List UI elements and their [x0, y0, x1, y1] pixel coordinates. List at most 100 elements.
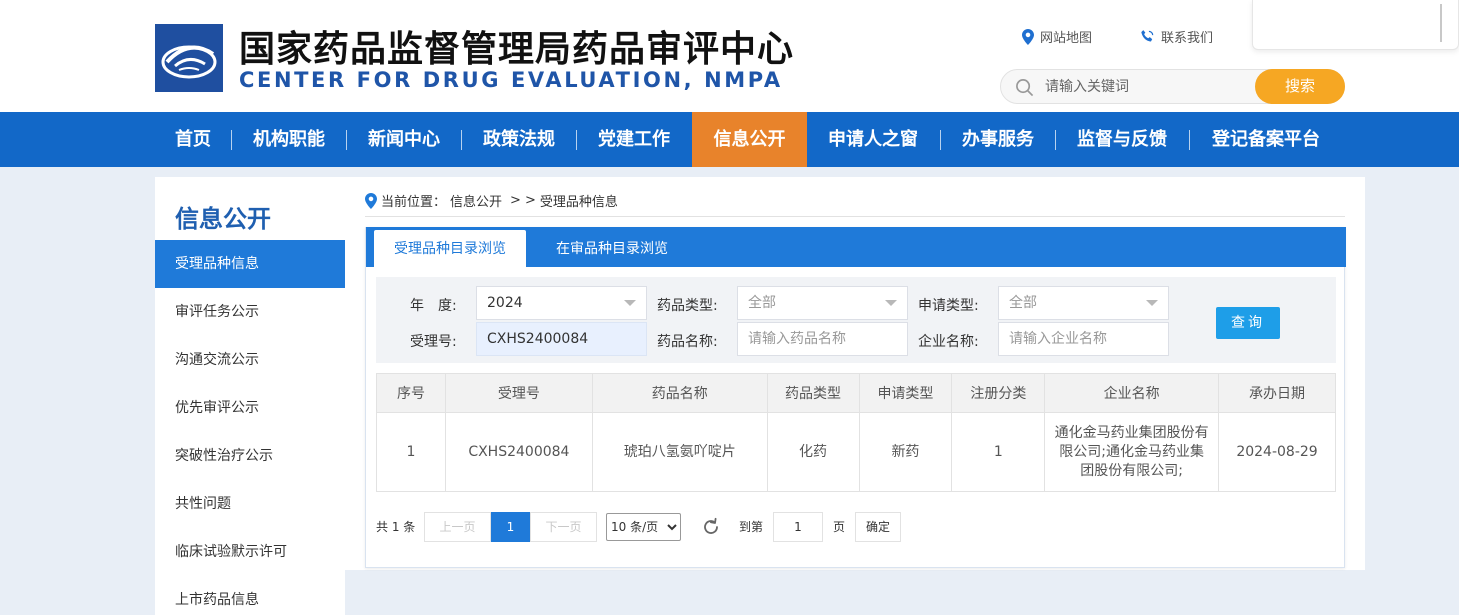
nav-item-party[interactable]: 党建工作	[585, 112, 683, 167]
refresh-icon[interactable]	[701, 517, 721, 537]
nav-item-info-disclosure[interactable]: 信息公开	[692, 112, 807, 167]
login-panel	[1252, 0, 1459, 50]
header-accept-no: 受理号	[444, 373, 593, 413]
chevron-down-icon	[1146, 300, 1158, 306]
drug-type-label: 药品类型:	[657, 298, 718, 314]
breadcrumb-info-disclosure[interactable]: 信息公开	[450, 191, 502, 210]
cell-company: 通化金马药业集团股份有限公司;通化金马药业集团股份有限公司;	[1044, 412, 1220, 492]
breadcrumb: 当前位置： 信息公开 > > 受理品种信息	[365, 191, 618, 210]
panel-scrollbar[interactable]	[1440, 4, 1442, 42]
site-title-en: CENTER FOR DRUG EVALUATION, NMPA	[239, 68, 783, 92]
nav-divider	[461, 130, 462, 150]
tab-accepted-catalog[interactable]: 受理品种目录浏览	[374, 230, 526, 267]
site-title-cn: 国家药品监督管理局药品审评中心	[239, 29, 795, 70]
nav-item-policy[interactable]: 政策法规	[470, 112, 568, 167]
nav-divider	[346, 130, 347, 150]
sidebar-item-priority-review[interactable]: 优先审评公示	[155, 384, 345, 432]
phone-icon	[1141, 30, 1154, 42]
nav-item-applicant[interactable]: 申请人之窗	[815, 112, 931, 167]
query-panel: 受理品种目录浏览 在审品种目录浏览 年 度: 2024 受理号: CXHS240…	[365, 227, 1346, 568]
search-button[interactable]: 搜索	[1255, 69, 1345, 104]
nav-item-registration[interactable]: 登记备案平台	[1198, 112, 1334, 167]
breadcrumb-current: 受理品种信息	[539, 195, 618, 210]
page-unit-label: 页	[833, 520, 846, 534]
nav-item-home[interactable]: 首页	[162, 112, 224, 167]
accept-no-label: 受理号:	[410, 334, 457, 350]
drug-name-input[interactable]: 请输入药品名称	[737, 322, 908, 356]
main-nav: 首页 机构职能 新闻中心 政策法规 党建工作 信息公开 申请人之窗 办事服务 监…	[0, 112, 1459, 167]
tab-bar: 受理品种目录浏览 在审品种目录浏览	[366, 227, 1346, 267]
year-value: 2024	[487, 295, 523, 311]
contact-link[interactable]: 联系我们	[1140, 27, 1213, 46]
chevron-down-icon	[885, 300, 897, 306]
header-reg-class: 注册分类	[951, 373, 1046, 413]
cell-reg-class: 1	[951, 412, 1046, 492]
sidebar-item-breakthrough[interactable]: 突破性治疗公示	[155, 432, 345, 480]
nav-item-news[interactable]: 新闻中心	[355, 112, 453, 167]
nav-item-services[interactable]: 办事服务	[949, 112, 1047, 167]
sidebar-title: 信息公开	[175, 205, 271, 233]
drug-type-value: 全部	[748, 295, 776, 311]
header-drug-name: 药品名称	[591, 373, 768, 413]
accept-no-input[interactable]: CXHS2400084	[476, 322, 647, 356]
search-input[interactable]	[1045, 76, 1245, 98]
nmpa-logo[interactable]	[155, 24, 223, 92]
breadcrumb-separator: >	[524, 193, 536, 208]
cell-apply-type: 新药	[858, 412, 953, 492]
sidebar-item-marketed-drugs[interactable]: 上市药品信息	[155, 576, 345, 615]
cell-index: 1	[376, 412, 446, 492]
table-row[interactable]: 1 CXHS2400084 琥珀八氢氨吖啶片 化药 新药 1 通化金马药业集团股…	[376, 412, 1336, 492]
goto-label: 到第	[739, 520, 764, 534]
site-header: 国家药品监督管理局药品审评中心 CENTER FOR DRUG EVALUATI…	[0, 0, 1459, 112]
sidebar-item-accepted-drugs[interactable]: 受理品种信息	[155, 240, 345, 288]
header-date: 承办日期	[1218, 373, 1336, 413]
year-select[interactable]: 2024	[476, 286, 647, 320]
apply-type-label: 申请类型:	[918, 298, 979, 314]
sidebar-item-communication[interactable]: 沟通交流公示	[155, 336, 345, 384]
prev-page-button[interactable]: 上一页	[424, 512, 491, 542]
sitemap-label: 网站地图	[1040, 31, 1093, 46]
contact-label: 联系我们	[1161, 31, 1214, 46]
nav-divider	[1055, 130, 1056, 150]
breadcrumb-divider	[365, 216, 1345, 217]
cell-drug-name: 琥珀八氢氨吖啶片	[591, 412, 768, 492]
cell-date: 2024-08-29	[1218, 412, 1336, 492]
year-label: 年 度:	[410, 298, 457, 314]
cell-drug-type: 化药	[766, 412, 860, 492]
query-button[interactable]: 查询	[1216, 307, 1280, 339]
nav-divider	[940, 130, 941, 150]
nav-item-functions[interactable]: 机构职能	[240, 112, 338, 167]
goto-page-input[interactable]	[773, 512, 823, 542]
location-pin-icon	[365, 192, 377, 209]
header-drug-type: 药品类型	[766, 373, 860, 413]
breadcrumb-separator: >	[510, 193, 521, 208]
apply-type-value: 全部	[1009, 295, 1037, 311]
sidebar-item-common-issues[interactable]: 共性问题	[155, 480, 345, 528]
page-size-select[interactable]: 10 条/页	[606, 513, 681, 541]
breadcrumb-prefix: 当前位置：	[381, 195, 447, 210]
cell-accept-no: CXHS2400084	[444, 412, 593, 492]
chevron-down-icon	[624, 300, 636, 306]
sidebar-item-review-tasks[interactable]: 审评任务公示	[155, 288, 345, 336]
header-index: 序号	[376, 373, 446, 413]
tab-under-review-catalog[interactable]: 在审品种目录浏览	[536, 227, 688, 267]
search-icon	[1016, 79, 1034, 97]
apply-type-select[interactable]: 全部	[998, 286, 1169, 320]
total-count: 共 1 条	[376, 520, 416, 534]
next-page-button[interactable]: 下一页	[530, 512, 597, 542]
nav-divider	[1189, 130, 1190, 150]
goto-confirm-button[interactable]: 确定	[855, 512, 901, 542]
nav-item-feedback[interactable]: 监督与反馈	[1064, 112, 1180, 167]
sidebar: 信息公开 受理品种信息 审评任务公示 沟通交流公示 优先审评公示 突破性治疗公示…	[155, 177, 345, 615]
header-apply-type: 申请类型	[858, 373, 953, 413]
page-1-button[interactable]: 1	[491, 512, 530, 542]
results-table: 序号 受理号 药品名称 药品类型 申请类型 注册分类 企业名称 承办日期 1 C…	[376, 373, 1336, 492]
drug-type-select[interactable]: 全部	[737, 286, 908, 320]
drug-name-label: 药品名称:	[657, 334, 718, 350]
sidebar-item-clinical-trials[interactable]: 临床试验默示许可	[155, 528, 345, 576]
sitemap-link[interactable]: 网站地图	[1022, 27, 1092, 46]
table-header-row: 序号 受理号 药品名称 药品类型 申请类型 注册分类 企业名称 承办日期	[376, 373, 1336, 413]
filter-form: 年 度: 2024 受理号: CXHS2400084 药品类型: 全部 药品名称…	[376, 277, 1336, 363]
main-content: 当前位置： 信息公开 > > 受理品种信息 受理品种目录浏览 在审品种目录浏览 …	[345, 177, 1365, 570]
company-input[interactable]: 请输入企业名称	[998, 322, 1169, 356]
